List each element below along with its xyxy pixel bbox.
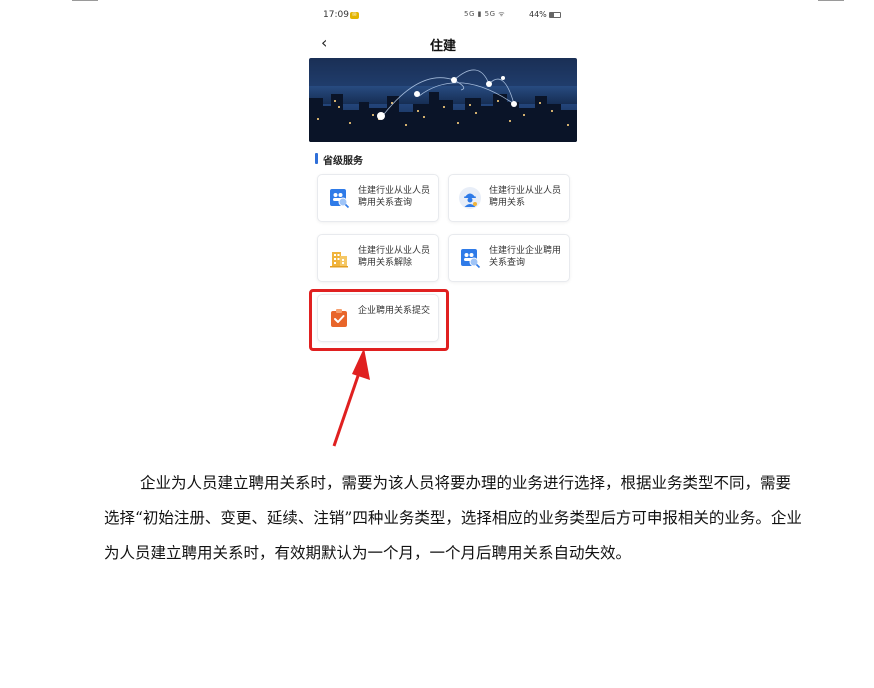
status-bar: 17:09 ✉ 5G ▮ 5G ᯤ 44%: [309, 8, 577, 24]
battery-icon: [549, 12, 561, 18]
notification-icon: ✉: [350, 12, 359, 19]
network-signal-icon: 5G ▮ 5G ᯤ: [464, 10, 506, 18]
building-icon: [330, 252, 348, 268]
worker-icon: [459, 187, 481, 209]
service-card-label: 住建行业从业人员聘用关系: [489, 186, 562, 208]
people-search-icon: [461, 249, 481, 269]
page-corner-mark-right: [818, 0, 844, 1]
status-time: 17:09: [323, 10, 349, 20]
service-card-label: 住建行业从业人员聘用关系查询: [358, 186, 431, 208]
service-card-personnel-employment[interactable]: 住建行业从业人员聘用关系: [448, 174, 570, 222]
page-corner-mark-left: [72, 0, 98, 1]
nav-bar: ‹ 住建: [309, 30, 577, 56]
section-accent-bar: [315, 153, 318, 164]
people-search-icon: [330, 189, 350, 209]
service-card-personnel-termination[interactable]: 住建行业从业人员聘用关系解除: [317, 234, 439, 282]
description-text: 企业为人员建立聘用关系时，需要为该人员将要办理的业务进行选择，根据业务类型不同，…: [104, 474, 802, 562]
service-card-enterprise-query[interactable]: 住建行业企业聘用关系查询: [448, 234, 570, 282]
service-card-label: 住建行业企业聘用关系查询: [489, 246, 562, 268]
battery-percent: 44%: [529, 10, 547, 19]
service-card-label: 住建行业从业人员聘用关系解除: [358, 246, 431, 268]
banner-image: [309, 58, 577, 142]
service-card-personnel-query[interactable]: 住建行业从业人员聘用关系查询: [317, 174, 439, 222]
page-title: 住建: [429, 39, 456, 54]
annotation-arrow-icon: [332, 348, 370, 447]
description-paragraph: 企业为人员建立聘用关系时，需要为该人员将要办理的业务进行选择，根据业务类型不同，…: [104, 466, 804, 571]
